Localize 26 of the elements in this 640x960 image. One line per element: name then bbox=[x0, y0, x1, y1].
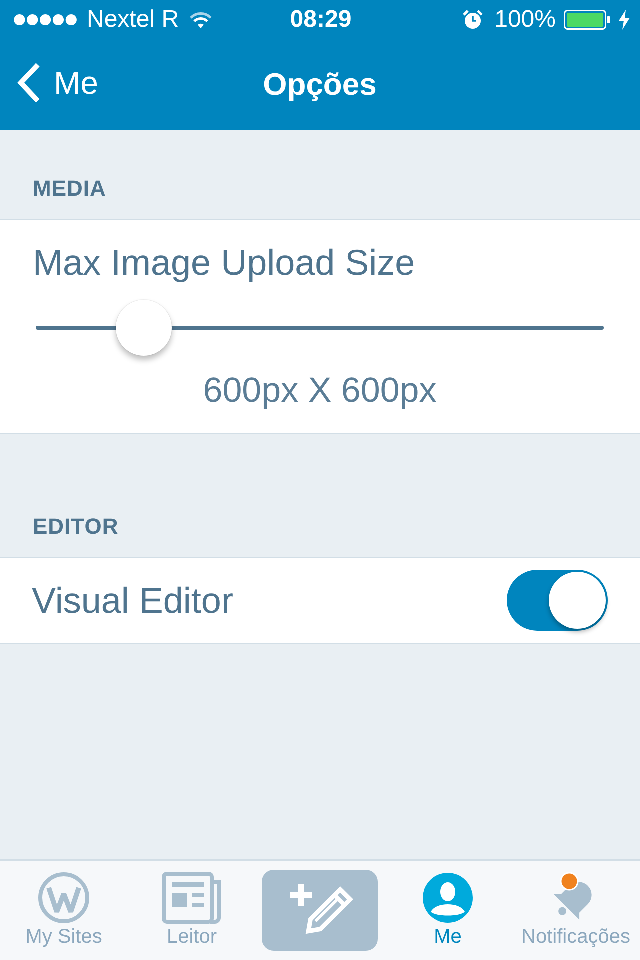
circle-w-logo-icon bbox=[38, 872, 90, 924]
wifi-icon bbox=[190, 12, 212, 28]
signal-dots-icon bbox=[12, 14, 80, 26]
carrier-name: Nextel R bbox=[87, 6, 180, 34]
slider-track[interactable] bbox=[36, 299, 604, 357]
section-header: EDITOR bbox=[33, 514, 119, 540]
charging-bolt-icon bbox=[619, 10, 630, 30]
page-title: Opções bbox=[263, 67, 377, 103]
setting-label: Visual Editor bbox=[32, 580, 234, 622]
person-icon bbox=[422, 872, 474, 924]
status-time: 08:29 bbox=[290, 6, 352, 34]
tab-item[interactable]: Me bbox=[422, 872, 474, 949]
slider-value: 600px X 600px bbox=[203, 371, 437, 411]
battery-icon bbox=[564, 10, 611, 30]
battery-percent: 100% bbox=[494, 6, 556, 34]
tab-item[interactable]: Leitor bbox=[162, 872, 222, 949]
tab-item[interactable]: Notificações bbox=[522, 872, 630, 949]
newspaper-icon bbox=[162, 872, 222, 924]
chevron-left-icon bbox=[16, 62, 42, 104]
tab-item[interactable]: My Sites bbox=[26, 872, 102, 949]
section-header: MEDIA bbox=[33, 176, 106, 202]
slider-thumb[interactable] bbox=[116, 300, 172, 356]
toggle-switch[interactable] bbox=[507, 570, 608, 631]
setting-label: Max Image Upload Size bbox=[32, 241, 416, 284]
alarm-clock-icon bbox=[462, 10, 483, 30]
back-button[interactable]: Me bbox=[16, 62, 98, 104]
